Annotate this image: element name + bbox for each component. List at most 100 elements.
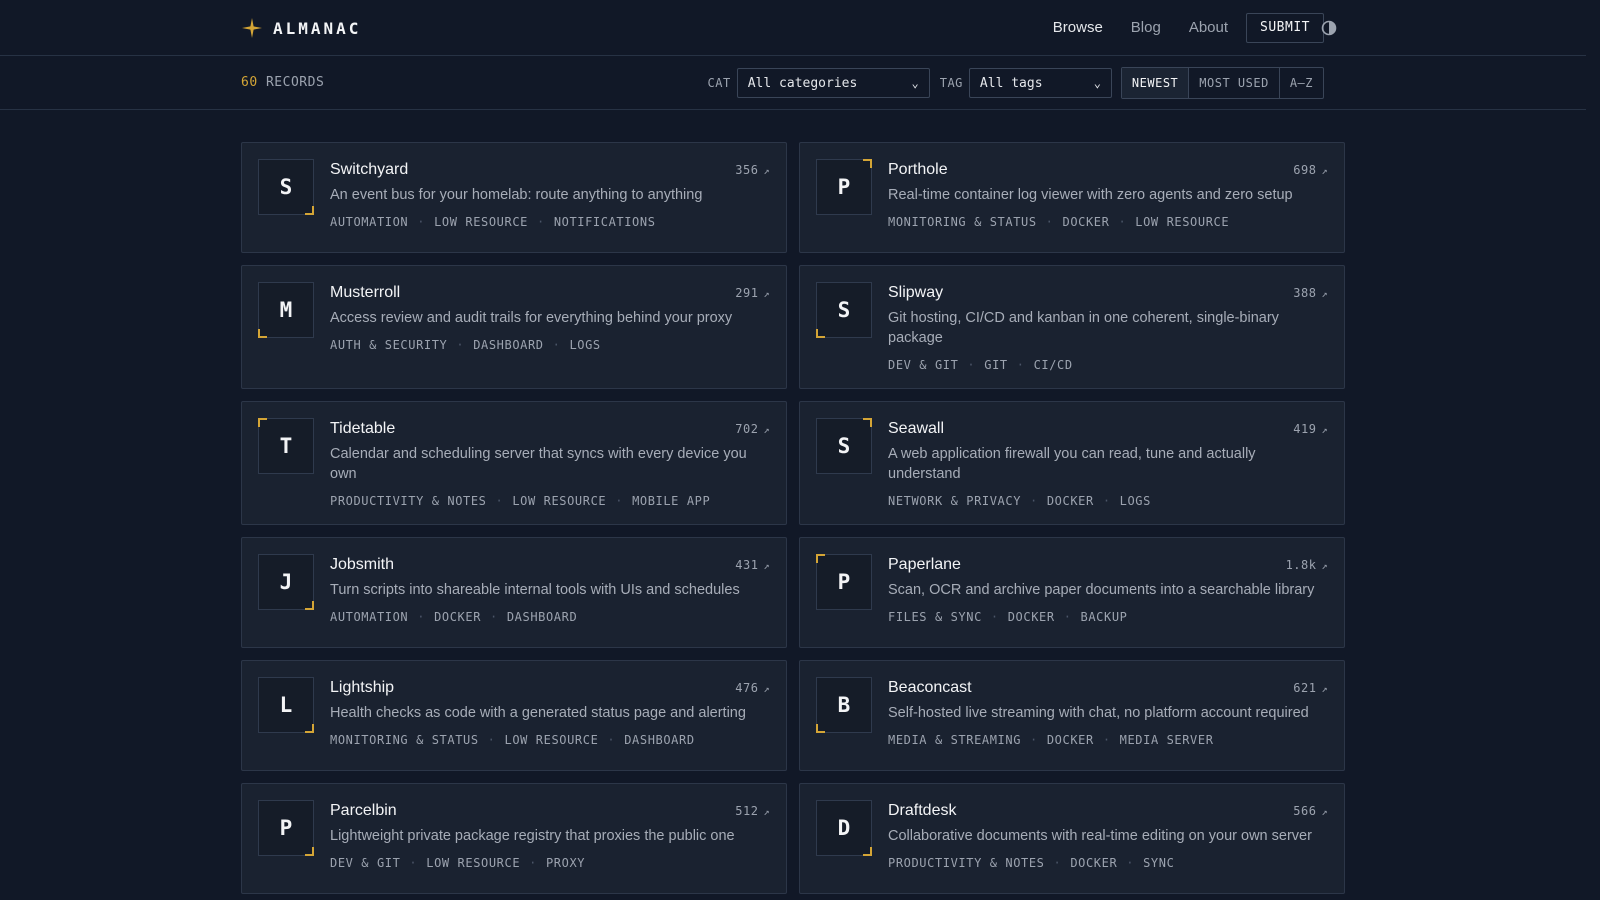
- tag-link[interactable]: MEDIA & STREAMING: [888, 731, 1021, 749]
- tag-link[interactable]: NETWORK & PRIVACY: [888, 492, 1021, 510]
- chevron-down-icon: ⌄: [911, 76, 919, 90]
- sort-newest[interactable]: NEWEST: [1121, 68, 1189, 98]
- record-tags: AUTH & SECURITY · DASHBOARD · LOGS: [330, 336, 770, 354]
- tag-link[interactable]: PROXY: [546, 854, 585, 872]
- sort-a-z[interactable]: A–Z: [1278, 68, 1323, 98]
- tag-link[interactable]: BACKUP: [1081, 608, 1128, 626]
- tag-link[interactable]: LOW RESOURCE: [434, 213, 528, 231]
- nav-browse[interactable]: Browse: [1053, 13, 1103, 43]
- corner-accent-icon: [305, 601, 314, 610]
- tag-link[interactable]: PRODUCTIVITY & NOTES: [888, 854, 1045, 872]
- tag-link[interactable]: DASHBOARD: [473, 336, 543, 354]
- tag-select[interactable]: All tags ⌄: [968, 68, 1112, 98]
- record-head: Lightship 476 ↗: [330, 677, 770, 699]
- tag-link[interactable]: CI/CD: [1034, 356, 1073, 374]
- record-card[interactable]: P Parcelbin 512 ↗ Lightweight private pac…: [241, 783, 787, 894]
- tag-link[interactable]: LOGS: [569, 336, 600, 354]
- tag-link[interactable]: LOGS: [1120, 492, 1151, 510]
- tag-link[interactable]: PRODUCTIVITY & NOTES: [330, 492, 487, 510]
- record-name[interactable]: Porthole: [888, 159, 948, 181]
- tag-separator: ·: [417, 215, 426, 229]
- tag-link[interactable]: MEDIA SERVER: [1120, 731, 1214, 749]
- record-usage: 431 ↗: [735, 558, 770, 572]
- top-bar: ALMANAC Browse Blog About SUBMIT: [0, 0, 1586, 56]
- theme-toggle-button[interactable]: [1318, 17, 1340, 39]
- record-card[interactable]: S Seawall 419 ↗ A web application firewal…: [799, 401, 1345, 525]
- tag-link[interactable]: DOCKER: [434, 608, 481, 626]
- record-card[interactable]: B Beaconcast 621 ↗ Self-hosted live strea…: [799, 660, 1345, 771]
- tag-link[interactable]: DOCKER: [1070, 854, 1117, 872]
- record-name[interactable]: Tidetable: [330, 418, 395, 440]
- record-body: Draftdesk 566 ↗ Collaborative documents w…: [888, 800, 1328, 879]
- record-usage: 291 ↗: [735, 286, 770, 300]
- record-card[interactable]: S Slipway 388 ↗ Git hosting, CI/CD and ka…: [799, 265, 1345, 389]
- record-initial: J: [279, 570, 293, 594]
- record-name[interactable]: Switchyard: [330, 159, 408, 181]
- tag-link[interactable]: DOCKER: [1047, 492, 1094, 510]
- nav-blog[interactable]: Blog: [1131, 13, 1161, 43]
- category-label: CAT: [707, 76, 731, 90]
- tag-link[interactable]: DEV & GIT: [888, 356, 958, 374]
- nav-about[interactable]: About: [1189, 13, 1228, 43]
- record-usage: 388 ↗: [1293, 286, 1328, 300]
- record-tags: PRODUCTIVITY & NOTES · LOW RESOURCE · MOBILE…: [330, 492, 770, 510]
- record-name[interactable]: Seawall: [888, 418, 944, 440]
- tag-link[interactable]: MONITORING & STATUS: [330, 731, 479, 749]
- tag-separator: ·: [536, 215, 545, 229]
- record-body: Lightship 476 ↗ Health checks as code wit…: [330, 677, 770, 756]
- corner-accent-icon: [816, 329, 825, 338]
- tag-link[interactable]: DASHBOARD: [624, 731, 694, 749]
- record-card[interactable]: S Switchyard 356 ↗ An event bus for your …: [241, 142, 787, 253]
- record-name[interactable]: Slipway: [888, 282, 943, 304]
- tag-link[interactable]: LOW RESOURCE: [1135, 213, 1229, 231]
- record-head: Parcelbin 512 ↗: [330, 800, 770, 822]
- tag-link[interactable]: AUTOMATION: [330, 213, 408, 231]
- record-name[interactable]: Musterroll: [330, 282, 400, 304]
- tag-link[interactable]: NOTIFICATIONS: [554, 213, 656, 231]
- record-name[interactable]: Parcelbin: [330, 800, 397, 822]
- tag-link[interactable]: DOCKER: [1008, 608, 1055, 626]
- submit-button[interactable]: SUBMIT: [1246, 13, 1324, 43]
- record-description: Calendar and scheduling server that sync…: [330, 446, 747, 482]
- tag-link[interactable]: DOCKER: [1063, 213, 1110, 231]
- tag-link[interactable]: LOW RESOURCE: [512, 492, 606, 510]
- tag-link[interactable]: LOW RESOURCE: [426, 854, 520, 872]
- record-card[interactable]: T Tidetable 702 ↗ Calendar and scheduling…: [241, 401, 787, 525]
- corner-accent-icon: [305, 847, 314, 856]
- record-card[interactable]: D Draftdesk 566 ↗ Collaborative documents…: [799, 783, 1345, 894]
- tag-link[interactable]: DASHBOARD: [507, 608, 577, 626]
- tag-link[interactable]: AUTOMATION: [330, 608, 408, 626]
- tag-link[interactable]: DEV & GIT: [330, 854, 400, 872]
- tag-link[interactable]: FILES & SYNC: [888, 608, 982, 626]
- tag-link[interactable]: MOBILE APP: [632, 492, 710, 510]
- tag-separator: ·: [990, 610, 999, 624]
- record-name[interactable]: Lightship: [330, 677, 394, 699]
- record-card[interactable]: P Paperlane 1.8k ↗ Scan, OCR and archive …: [799, 537, 1345, 648]
- record-description: Lightweight private package registry tha…: [330, 828, 735, 844]
- record-card[interactable]: J Jobsmith 431 ↗ Turn scripts into sharea…: [241, 537, 787, 648]
- tag-link[interactable]: MONITORING & STATUS: [888, 213, 1037, 231]
- record-usage-count: 621: [1293, 681, 1317, 695]
- record-tags: DEV & GIT · GIT · CI/CD: [888, 356, 1328, 374]
- category-select[interactable]: All categories ⌄: [736, 68, 930, 98]
- record-usage-count: 388: [1293, 286, 1317, 300]
- record-initial-tile: P: [816, 554, 872, 610]
- brand-logo[interactable]: ALMANAC: [241, 15, 361, 41]
- record-name[interactable]: Paperlane: [888, 554, 961, 576]
- record-card[interactable]: M Musterroll 291 ↗ Access review and audi…: [241, 265, 787, 389]
- record-usage-count: 512: [735, 804, 759, 818]
- record-initial: P: [279, 816, 293, 840]
- record-card[interactable]: L Lightship 476 ↗ Health checks as code w…: [241, 660, 787, 771]
- record-name[interactable]: Beaconcast: [888, 677, 972, 699]
- record-head: Jobsmith 431 ↗: [330, 554, 770, 576]
- tag-link[interactable]: LOW RESOURCE: [505, 731, 599, 749]
- tag-link[interactable]: SYNC: [1143, 854, 1174, 872]
- tag-link[interactable]: DOCKER: [1047, 731, 1094, 749]
- record-initial: B: [837, 693, 851, 717]
- tag-link[interactable]: GIT: [984, 356, 1007, 374]
- record-name[interactable]: Jobsmith: [330, 554, 394, 576]
- record-name[interactable]: Draftdesk: [888, 800, 956, 822]
- tag-link[interactable]: AUTH & SECURITY: [330, 336, 447, 354]
- record-card[interactable]: P Porthole 698 ↗ Real-time container log …: [799, 142, 1345, 253]
- sort-most-used[interactable]: MOST USED: [1188, 68, 1279, 98]
